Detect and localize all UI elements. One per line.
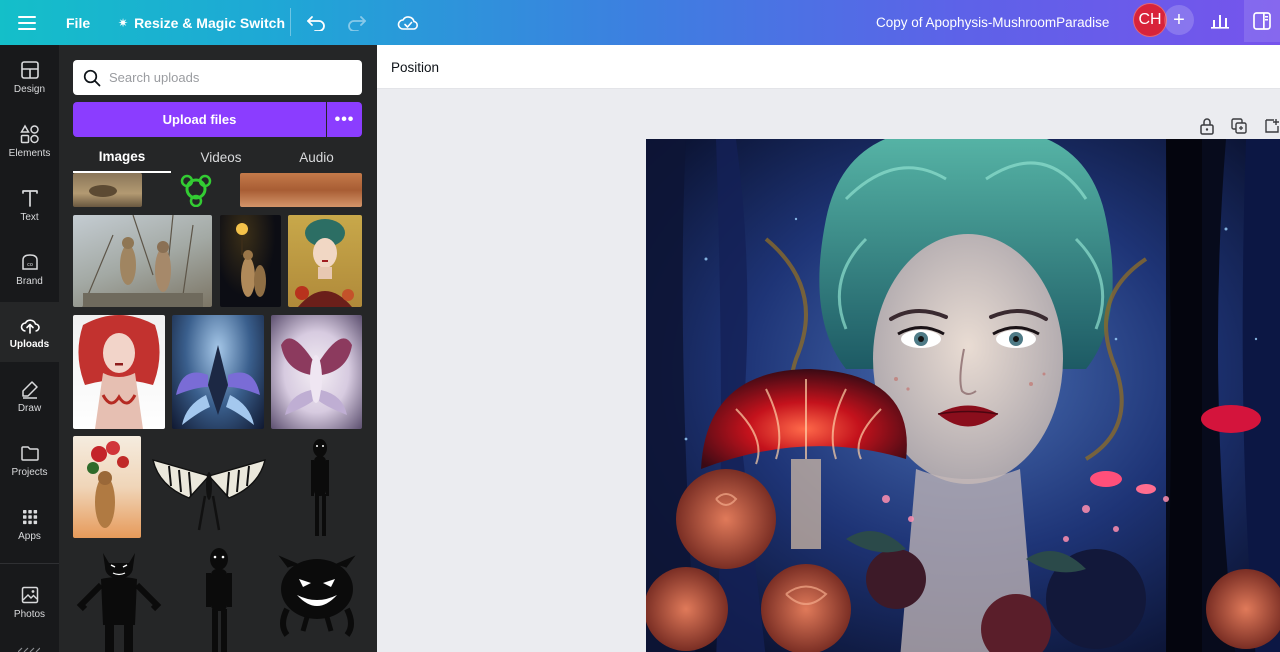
- design-page[interactable]: [646, 139, 1280, 652]
- upload-files-button[interactable]: Upload files: [73, 102, 326, 137]
- rail-item-photos[interactable]: Photos: [0, 572, 59, 632]
- upload-thumbnail[interactable]: [173, 545, 265, 652]
- cloud-upload-icon: [20, 318, 40, 334]
- rail-item-apps[interactable]: Apps: [0, 494, 59, 554]
- rail-divider: [0, 563, 59, 564]
- shapes-icon: [19, 124, 39, 143]
- upload-thumbnail[interactable]: [240, 173, 362, 207]
- rail-item-brand[interactable]: co Brand: [0, 239, 59, 299]
- document-title[interactable]: Copy of Apophysis-MushroomParadise: [876, 0, 1109, 45]
- rail-label: Text: [20, 211, 39, 223]
- tab-audio[interactable]: Audio: [271, 141, 362, 173]
- upload-thumbnail[interactable]: [173, 173, 219, 207]
- file-menu-button[interactable]: File: [66, 0, 90, 45]
- mushroom-paradise-artwork: [646, 139, 1280, 652]
- cloud-saved-icon[interactable]: [396, 0, 420, 45]
- photo-icon: [21, 586, 38, 603]
- add-collaborator-button[interactable]: +: [1164, 5, 1194, 35]
- upload-thumbnail[interactable]: [73, 215, 212, 307]
- more-options-button[interactable]: •••: [327, 102, 362, 137]
- rail-item-text[interactable]: Text: [0, 175, 59, 235]
- rail-item-projects[interactable]: Projects: [0, 430, 59, 490]
- resize-magic-switch-button[interactable]: ✷ Resize & Magic Switch: [118, 0, 285, 45]
- duplicate-page-icon[interactable]: [1231, 117, 1247, 135]
- brand-icon: co: [21, 253, 38, 270]
- search-box[interactable]: [73, 60, 362, 95]
- upload-thumbnail[interactable]: [288, 215, 362, 307]
- panel-toggle-icon[interactable]: [1244, 0, 1280, 42]
- rail-scroll-indicator: [17, 645, 41, 652]
- more-icon: •••: [334, 110, 355, 128]
- toolbar-divider: [290, 8, 291, 36]
- rail-item-uploads[interactable]: Uploads: [0, 302, 59, 362]
- plus-icon: +: [1173, 8, 1185, 31]
- uploads-panel: Upload files ••• Images Videos Audio: [59, 45, 377, 652]
- folder-icon: [20, 445, 39, 461]
- pen-icon: [21, 380, 38, 399]
- upload-thumbnail[interactable]: [73, 545, 165, 652]
- rail-label: Brand: [16, 275, 43, 287]
- layout-icon: [20, 60, 39, 79]
- left-rail: Design Elements Text co Brand Uploads Dr…: [0, 45, 59, 652]
- rail-item-elements[interactable]: Elements: [0, 111, 59, 171]
- lock-icon[interactable]: [1199, 117, 1215, 135]
- rail-label: Draw: [17, 402, 42, 414]
- insights-icon[interactable]: [1203, 0, 1237, 42]
- rail-label: Elements: [8, 147, 51, 159]
- rail-item-design[interactable]: Design: [0, 47, 59, 107]
- add-page-icon[interactable]: [1264, 117, 1280, 135]
- apps-grid-icon: [22, 509, 37, 524]
- upload-thumbnail[interactable]: [73, 315, 165, 429]
- context-toolbar: Position: [377, 45, 1280, 89]
- menu-icon[interactable]: [14, 0, 40, 45]
- search-icon: [83, 69, 101, 86]
- rail-label: Projects: [11, 466, 48, 478]
- media-tabs: Images Videos Audio: [73, 141, 362, 173]
- rail-label: Photos: [13, 608, 46, 620]
- upload-thumbnail[interactable]: [73, 173, 142, 207]
- upload-thumbnail[interactable]: [271, 315, 362, 429]
- rail-item-draw[interactable]: Draw: [0, 366, 59, 426]
- uploads-grid: [73, 173, 362, 652]
- undo-icon[interactable]: [304, 0, 328, 45]
- upload-thumbnail[interactable]: [172, 315, 264, 429]
- avatar[interactable]: CH: [1133, 3, 1167, 37]
- svg-text:co: co: [27, 262, 33, 268]
- redo-icon[interactable]: [345, 0, 369, 45]
- search-input[interactable]: [109, 70, 349, 85]
- canvas-area: [377, 89, 1280, 652]
- upload-thumbnail[interactable]: [277, 436, 362, 538]
- text-icon: [21, 189, 38, 207]
- top-toolbar: File ✷ Resize & Magic Switch Copy of Apo…: [0, 0, 1280, 45]
- rail-label: Design: [13, 83, 46, 95]
- sparkle-icon: ✷: [118, 15, 129, 30]
- rail-label: Uploads: [9, 338, 50, 350]
- position-button[interactable]: Position: [391, 45, 439, 89]
- upload-thumbnail[interactable]: [273, 545, 362, 652]
- rail-label: Apps: [18, 530, 41, 542]
- upload-thumbnail[interactable]: [73, 436, 141, 538]
- resize-label: Resize & Magic Switch: [134, 14, 285, 31]
- upload-thumbnail[interactable]: [149, 436, 269, 538]
- tab-images[interactable]: Images: [73, 141, 171, 173]
- upload-thumbnail[interactable]: [220, 215, 281, 307]
- tab-videos[interactable]: Videos: [171, 141, 271, 173]
